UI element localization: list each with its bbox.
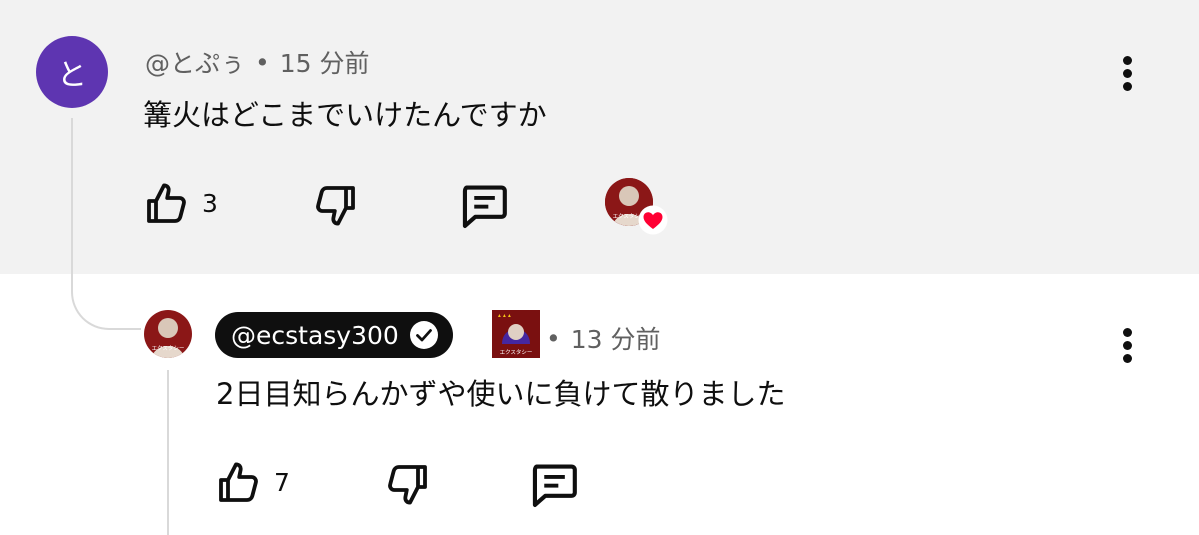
commenter-avatar[interactable]: と	[36, 36, 108, 108]
dislike-button[interactable]	[312, 182, 360, 230]
comment-text: 篝火はどこまでいけたんですか	[143, 98, 547, 132]
like-count: 3	[202, 188, 218, 218]
creator-heart: エクスタシー	[605, 178, 669, 235]
comment-time[interactable]: 15 分前	[280, 44, 370, 80]
thumb-up-icon	[219, 462, 258, 502]
reply-text: 2日目知らんかずや使いに負けて散りました	[216, 377, 786, 411]
reply-time[interactable]: 13 分前	[571, 320, 661, 356]
svg-text:エクスタシー: エクスタシー	[152, 344, 185, 352]
thumb-up-icon	[147, 183, 186, 223]
reply-dislike-button[interactable]	[384, 461, 432, 509]
heart-icon	[638, 205, 668, 235]
reply-reply-button[interactable]	[528, 459, 580, 511]
reply-meta: • 13 分前	[546, 320, 661, 356]
reply-like-count: 7	[274, 467, 290, 497]
verified-check-icon	[409, 321, 438, 349]
reply-thread-line	[167, 370, 169, 535]
thread-line	[71, 118, 73, 288]
reply-like-button[interactable]: 7	[214, 458, 290, 506]
svg-text:エクスタシー: エクスタシー	[500, 348, 533, 356]
comment-top-background	[0, 0, 1199, 274]
comment-meta: @とぷぅ • 15 分前	[145, 44, 370, 80]
reply-more-actions-button[interactable]	[1121, 328, 1133, 368]
avatar-letter: と	[57, 58, 87, 93]
thumb-down-icon	[316, 186, 355, 226]
reply-icon	[532, 464, 577, 507]
reply-button[interactable]	[458, 180, 510, 232]
thumb-down-icon	[388, 465, 427, 505]
member-badge: エクスタシー	[492, 310, 540, 358]
reply-avatar-image: エクスタシー	[144, 310, 192, 358]
thread-connector	[71, 268, 141, 330]
more-vert-icon	[1122, 328, 1132, 337]
reply-icon	[462, 185, 507, 228]
meta-separator: •	[255, 47, 270, 77]
reply-commenter-avatar[interactable]: エクスタシー	[144, 310, 192, 358]
like-button[interactable]: 3	[142, 179, 218, 227]
member-badge-image: エクスタシー	[492, 310, 540, 358]
more-actions-button[interactable]	[1121, 56, 1133, 96]
reply-commenter-handle: @ecstasy300	[231, 320, 399, 350]
meta-separator: •	[546, 323, 561, 353]
more-vert-icon	[1122, 56, 1132, 65]
creator-handle-badge[interactable]: @ecstasy300	[215, 312, 453, 358]
commenter-handle[interactable]: @とぷぅ	[145, 44, 245, 80]
